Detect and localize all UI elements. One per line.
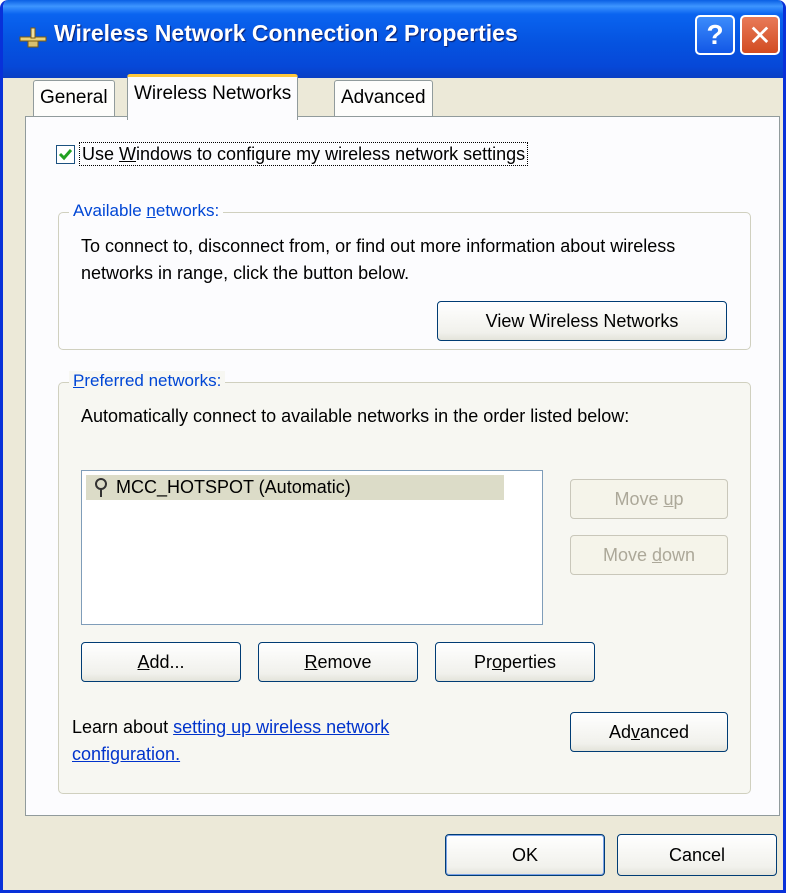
checkmark-icon	[58, 148, 73, 160]
network-connection-icon	[19, 27, 47, 48]
move-down-button[interactable]: Move down	[570, 535, 728, 575]
view-wireless-networks-button[interactable]: View Wireless Networks	[437, 301, 727, 341]
properties-button[interactable]: Properties	[435, 642, 595, 682]
available-networks-description: To connect to, disconnect from, or find …	[81, 236, 676, 283]
list-item[interactable]: MCC_HOTSPOT (Automatic)	[86, 475, 504, 500]
close-button[interactable]: ✕	[740, 15, 780, 55]
title-bar[interactable]: Wireless Network Connection 2 Properties…	[3, 0, 783, 78]
use-windows-label: Use Windows to configure my wireless net…	[79, 142, 529, 166]
preferred-networks-title: Preferred networks:	[69, 371, 226, 391]
properties-dialog: Wireless Network Connection 2 Properties…	[0, 0, 786, 893]
preferred-networks-description: Automatically connect to available netwo…	[81, 406, 630, 426]
learn-about-text: Learn about setting up wireless network …	[72, 717, 390, 764]
help-button[interactable]: ?	[695, 15, 735, 55]
tab-advanced[interactable]: Advanced	[334, 80, 433, 118]
network-name: MCC_HOTSPOT (Automatic)	[116, 477, 351, 497]
advanced-button[interactable]: Advanced	[570, 712, 728, 752]
move-up-button[interactable]: Move up	[570, 479, 728, 519]
tab-panel: Use Windows to configure my wireless net…	[25, 116, 780, 816]
wireless-network-icon	[95, 477, 107, 497]
use-windows-checkbox[interactable]	[56, 144, 75, 164]
cancel-button[interactable]: Cancel	[617, 834, 777, 876]
remove-button[interactable]: Remove	[258, 642, 418, 682]
window-title: Wireless Network Connection 2 Properties	[54, 20, 518, 46]
use-windows-checkbox-row[interactable]: Use Windows to configure my wireless net…	[56, 142, 529, 166]
ok-button[interactable]: OK	[445, 834, 605, 876]
tab-wireless-networks[interactable]: Wireless Networks	[127, 74, 299, 120]
preferred-networks-list[interactable]: MCC_HOTSPOT (Automatic)	[81, 470, 543, 625]
available-networks-title: Available networks:	[69, 201, 224, 221]
add-button[interactable]: Add...	[81, 642, 241, 682]
tab-general[interactable]: General	[33, 80, 115, 118]
